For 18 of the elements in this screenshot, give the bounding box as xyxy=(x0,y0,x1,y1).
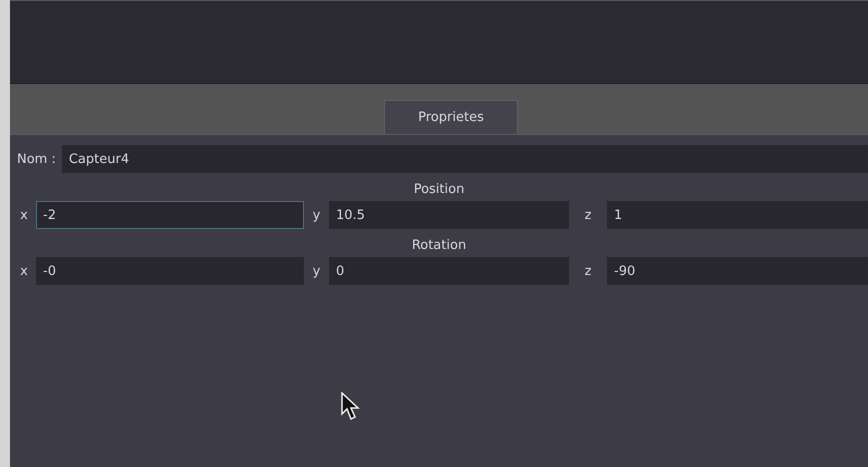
coordinate-field[interactable]: -90 xyxy=(607,257,868,285)
group-title: Position xyxy=(414,182,464,197)
coordinate-field[interactable]: 1 xyxy=(607,201,868,229)
group-title: Rotation xyxy=(412,238,466,253)
cursor-icon xyxy=(341,392,361,422)
name-field[interactable]: Capteur4 xyxy=(62,145,868,173)
axis-label: x xyxy=(19,264,29,278)
name-label: Nom : xyxy=(17,152,56,166)
axis-label: z xyxy=(584,208,592,222)
axis-label: y xyxy=(312,264,322,278)
coordinate-field[interactable]: -0 xyxy=(36,257,304,285)
properties-tab[interactable]: Proprietes xyxy=(384,100,518,134)
coordinate-field[interactable]: -2 xyxy=(36,201,304,229)
axis-label: z xyxy=(584,264,592,278)
coordinate-field[interactable]: 0 xyxy=(329,257,569,285)
axis-label: x xyxy=(19,208,29,222)
coordinate-field[interactable]: 10.5 xyxy=(329,201,569,229)
axis-label: y xyxy=(312,208,322,222)
